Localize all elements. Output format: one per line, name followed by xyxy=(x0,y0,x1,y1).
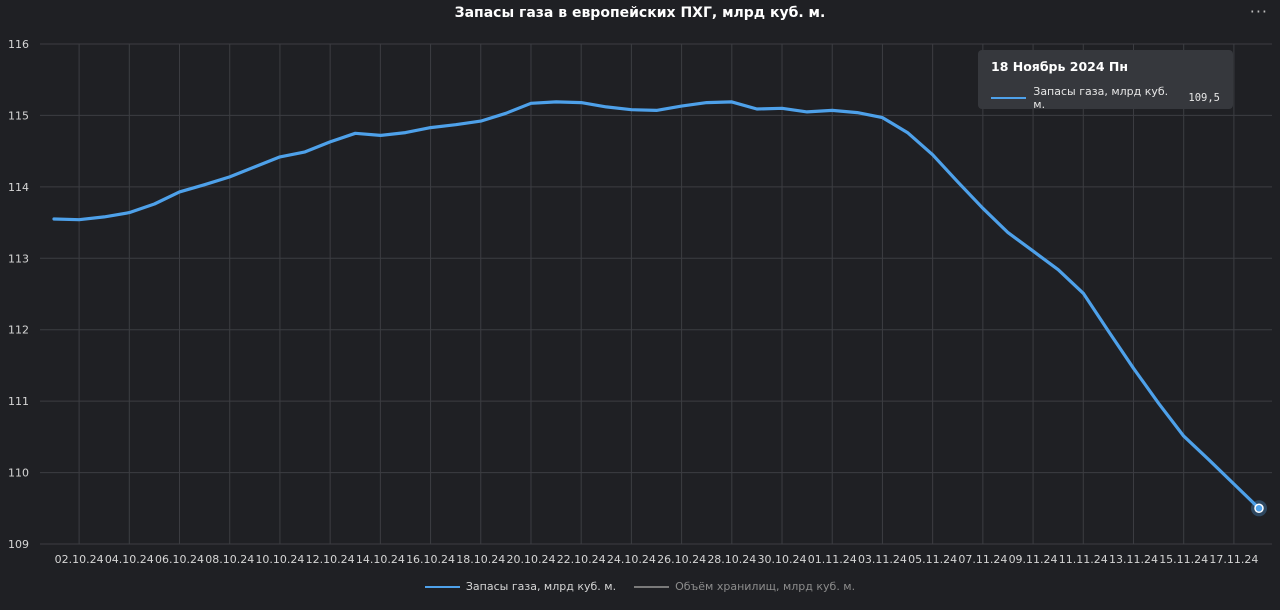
x-tick-label: 08.10.24 xyxy=(205,553,254,566)
series-line-gas-reserves xyxy=(52,100,1261,510)
tooltip-series-name: Запасы газа, млрд куб. м. xyxy=(1033,85,1169,111)
x-tick-label: 15.11.24 xyxy=(1159,553,1208,566)
y-tick-label: 114 xyxy=(8,181,29,194)
x-tick-label: 18.10.24 xyxy=(456,553,505,566)
legend-label-storage-volume: Объём хранилищ, млрд куб. м. xyxy=(675,580,856,593)
y-tick-label: 111 xyxy=(8,395,29,408)
legend-swatch-gas-reserves xyxy=(424,585,460,588)
legend-item-storage-volume[interactable]: Объём хранилищ, млрд куб. м. xyxy=(634,580,855,593)
x-tick-label: 04.10.24 xyxy=(105,553,154,566)
x-tick-label: 22.10.24 xyxy=(557,553,606,566)
x-tick-label: 14.10.24 xyxy=(356,553,405,566)
y-tick-label: 116 xyxy=(8,38,29,51)
x-tick-label: 09.11.24 xyxy=(1009,553,1058,566)
x-tick-label: 01.11.24 xyxy=(808,553,857,566)
x-tick-label: 02.10.24 xyxy=(55,553,104,566)
legend: Запасы газа, млрд куб. м. Объём хранилищ… xyxy=(0,580,1280,593)
legend-item-gas-reserves[interactable]: Запасы газа, млрд куб. м. xyxy=(424,580,617,593)
x-tick-label: 12.10.24 xyxy=(306,553,355,566)
y-tick-label: 109 xyxy=(8,538,29,551)
legend-swatch-storage-volume xyxy=(634,585,670,588)
tooltip-swatch xyxy=(991,97,1027,99)
x-tick-label: 16.10.24 xyxy=(406,553,455,566)
x-tick-label: 20.10.24 xyxy=(506,553,555,566)
x-tick-label: 06.10.24 xyxy=(155,553,204,566)
x-tick-label: 10.10.24 xyxy=(255,553,304,566)
x-tick-label: 30.10.24 xyxy=(758,553,807,566)
y-tick-label: 112 xyxy=(8,324,29,337)
tooltip-value: 109,5 xyxy=(1188,92,1220,104)
x-tick-label: 13.11.24 xyxy=(1109,553,1158,566)
x-tick-label: 11.11.24 xyxy=(1059,553,1108,566)
x-tick-label: 03.11.24 xyxy=(858,553,907,566)
tooltip: 18 Ноябрь 2024 Пн Запасы газа, млрд куб.… xyxy=(978,50,1233,111)
x-tick-label: 28.10.24 xyxy=(707,553,756,566)
x-tick-label: 05.11.24 xyxy=(908,553,957,566)
y-tick-label: 113 xyxy=(8,252,29,265)
y-tick-label: 115 xyxy=(8,109,29,122)
y-tick-label: 110 xyxy=(8,467,29,480)
tooltip-row: Запасы газа, млрд куб. м. 109,5 xyxy=(991,85,1220,111)
x-tick-label: 07.11.24 xyxy=(958,553,1007,566)
hover-point xyxy=(1254,503,1264,514)
x-tick-label: 26.10.24 xyxy=(657,553,706,566)
tooltip-date: 18 Ноябрь 2024 Пн xyxy=(991,59,1128,74)
x-tick-label: 17.11.24 xyxy=(1209,553,1258,566)
legend-label-gas-reserves: Запасы газа, млрд куб. м. xyxy=(465,580,617,593)
x-tick-label: 24.10.24 xyxy=(607,553,656,566)
